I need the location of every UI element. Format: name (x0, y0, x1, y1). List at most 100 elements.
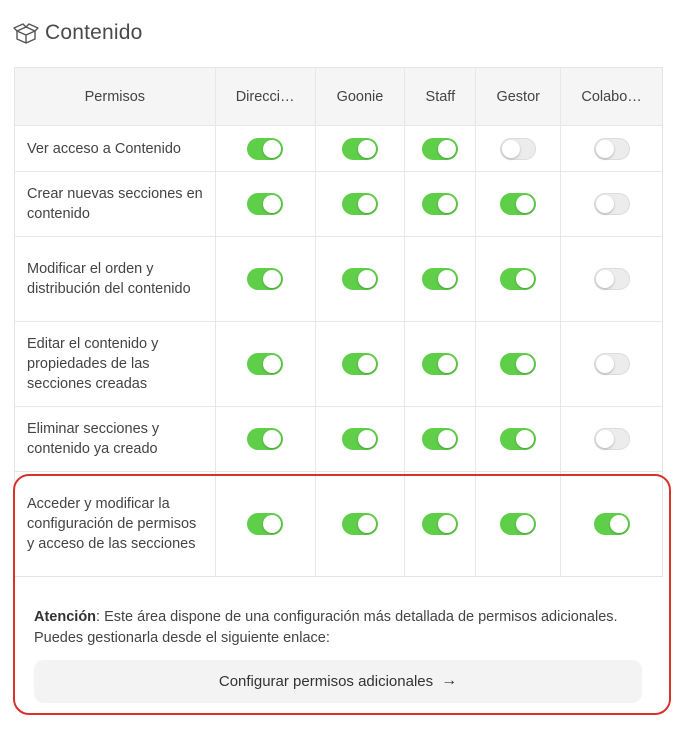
permission-toggle[interactable] (593, 268, 630, 290)
permission-toggle[interactable] (247, 268, 284, 290)
permission-toggle[interactable] (500, 428, 537, 450)
toggle-knob (502, 139, 521, 158)
permission-toggle[interactable] (593, 137, 630, 160)
toggle-cell (216, 322, 316, 406)
column-header-staff: Staff (405, 68, 477, 125)
column-header-colaborador: Colabo… (581, 88, 642, 105)
toggle-cell (405, 322, 477, 406)
configure-permissions-button[interactable]: Configurar permisos adicionales → (34, 660, 642, 702)
toggle-knob (357, 430, 376, 448)
toggle-knob (595, 430, 614, 448)
toggle-knob (357, 195, 376, 213)
column-header-direccion: Direcci… (216, 68, 316, 125)
notice-strong: Atención (34, 609, 97, 625)
permission-cell: Modificar el orden y distribución del co… (15, 237, 216, 321)
permissions-table: Permisos Direcci… Goonie Staff Gestor Co… (14, 67, 663, 577)
table-row: Ver acceso a Contenido (15, 126, 662, 172)
toggle-cell (405, 407, 477, 471)
permission-toggle[interactable] (593, 513, 630, 535)
toggle-cell (476, 237, 562, 321)
column-header-permisos: Permisos (15, 68, 216, 125)
toggle-cell (216, 126, 316, 171)
toggle-knob (263, 195, 282, 213)
permission-toggle[interactable] (500, 137, 537, 160)
permission-toggle[interactable] (422, 513, 459, 535)
permission-label: Editar el contenido y propiedades de las… (27, 336, 159, 392)
permission-toggle[interactable] (500, 193, 537, 215)
permission-toggle[interactable] (341, 513, 378, 535)
configure-permissions-label: Configurar permisos adicionales (218, 672, 434, 690)
permission-toggle[interactable] (247, 428, 284, 450)
toggle-cell (476, 172, 562, 236)
toggle-cell (476, 126, 562, 171)
table-row: Eliminar secciones y contenido ya creado (15, 407, 662, 472)
toggle-cell (561, 126, 662, 171)
table-row: Acceder y modificar la configuración de … (15, 472, 662, 576)
page-title: Contenido (45, 21, 143, 44)
permission-toggle[interactable] (247, 193, 284, 215)
toggle-cell (316, 322, 406, 406)
toggle-cell (405, 126, 477, 171)
toggle-knob (595, 355, 614, 373)
permission-toggle[interactable] (500, 268, 537, 290)
permission-label: Modificar el orden y distribución del co… (27, 261, 191, 297)
toggle-knob (357, 139, 376, 158)
permission-label: Eliminar secciones y contenido ya creado (27, 421, 160, 457)
toggle-cell (561, 172, 662, 236)
toggle-cell (316, 172, 406, 236)
permission-cell: Eliminar secciones y contenido ya creado (15, 407, 216, 471)
permission-toggle[interactable] (593, 353, 630, 375)
toggle-knob (357, 355, 376, 373)
permission-toggle[interactable] (500, 353, 537, 375)
column-header-goonie: Goonie (316, 68, 406, 125)
table-row: Crear nuevas secciones en contenido (15, 172, 662, 237)
toggle-knob (516, 355, 535, 373)
permission-toggle[interactable] (422, 137, 459, 160)
toggle-cell (216, 172, 316, 236)
toggle-knob (357, 270, 376, 288)
toggle-cell (405, 172, 477, 236)
permission-toggle[interactable] (341, 353, 378, 375)
table-row: Editar el contenido y propiedades de las… (15, 322, 662, 407)
toggle-knob (595, 195, 614, 213)
toggle-knob (357, 515, 376, 533)
permission-toggle[interactable] (247, 513, 284, 535)
permission-toggle[interactable] (341, 428, 378, 450)
permission-label: Acceder y modificar la configuración de … (27, 496, 197, 552)
permission-label: Ver acceso a Contenido (27, 140, 181, 157)
permission-toggle[interactable] (341, 268, 378, 290)
page-header: Contenido (13, 20, 143, 46)
column-header-gestor: Gestor (476, 68, 562, 125)
toggle-cell (405, 237, 477, 321)
toggle-cell (316, 126, 406, 171)
toggle-cell (476, 472, 562, 576)
permission-toggle[interactable] (247, 137, 284, 160)
toggle-knob (595, 270, 614, 288)
permission-toggle[interactable] (593, 428, 630, 450)
toggle-knob (516, 195, 535, 213)
permission-toggle[interactable] (341, 137, 378, 160)
toggle-knob (263, 430, 282, 448)
toggle-knob (516, 515, 535, 533)
toggle-knob (438, 355, 457, 373)
box-icon (13, 21, 39, 45)
toggle-knob (263, 355, 282, 373)
permission-toggle[interactable] (422, 428, 459, 450)
toggle-knob (438, 430, 457, 448)
table-row: Modificar el orden y distribución del co… (15, 237, 662, 322)
toggle-knob (263, 139, 282, 158)
toggle-knob (516, 270, 535, 288)
toggle-cell (561, 322, 662, 406)
permission-toggle[interactable] (422, 268, 459, 290)
toggle-cell (216, 472, 316, 576)
toggle-cell (216, 237, 316, 321)
permission-toggle[interactable] (422, 193, 459, 215)
permission-toggle[interactable] (341, 193, 378, 215)
permission-toggle[interactable] (593, 193, 630, 215)
permission-toggle[interactable] (500, 513, 537, 535)
toggle-cell (476, 322, 562, 406)
permission-toggle[interactable] (422, 353, 459, 375)
permission-toggle[interactable] (247, 353, 284, 375)
toggle-knob (263, 515, 282, 533)
arrow-right-icon: → (441, 672, 458, 689)
